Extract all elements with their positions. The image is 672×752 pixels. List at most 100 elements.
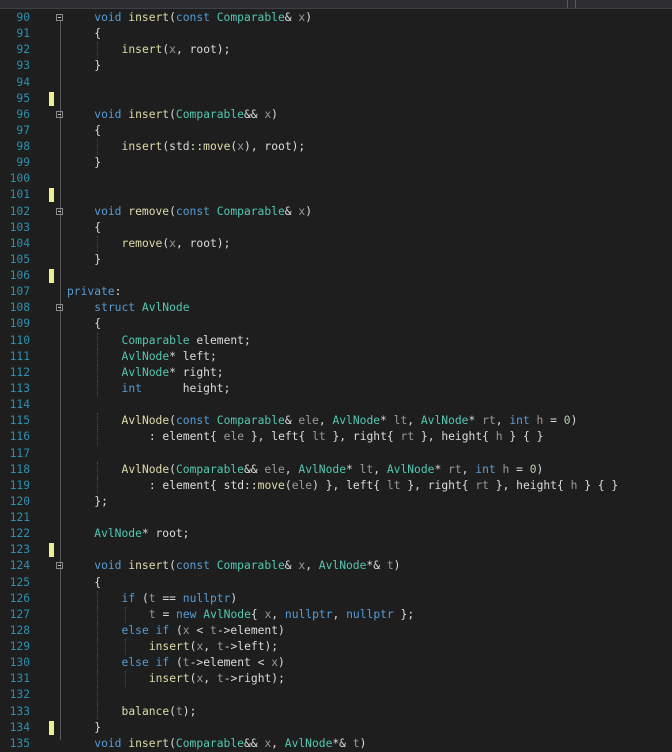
- code-text[interactable]: insert(x, t->left);: [149, 639, 278, 655]
- code-line[interactable]: 109 {: [0, 316, 672, 332]
- code-line[interactable]: 112 AvlNode* right;: [0, 364, 672, 381]
- code-text[interactable]: {: [94, 316, 101, 332]
- code-line[interactable]: 90 void insert(const Comparable& x): [0, 10, 672, 26]
- code-token: *: [468, 414, 483, 428]
- code-text[interactable]: AvlNode(Comparable&& ele, AvlNode* lt, A…: [122, 462, 544, 478]
- code-line[interactable]: 111 AvlNode* left;: [0, 348, 672, 365]
- code-line[interactable]: 97 {: [0, 123, 672, 139]
- indent-guide: [97, 671, 99, 688]
- code-text[interactable]: void insert(const Comparable& x): [94, 10, 312, 26]
- collapse-toggle-icon[interactable]: [56, 14, 63, 21]
- code-line[interactable]: 107 private:: [0, 284, 672, 300]
- collapse-toggle-icon[interactable]: [56, 304, 63, 312]
- code-text[interactable]: void insert(Comparable&& x, AvlNode*& t): [94, 736, 366, 752]
- code-text[interactable]: }: [94, 720, 101, 736]
- code-line[interactable]: 95: [0, 91, 672, 107]
- code-line[interactable]: 104 remove(x, root);: [0, 235, 672, 252]
- code-line[interactable]: 98 insert(std::move(x), root);: [0, 139, 672, 156]
- indent-guide: [97, 380, 99, 398]
- code-line[interactable]: 118 AvlNode(Comparable&& ele, AvlNode* lt…: [0, 461, 672, 478]
- code-line[interactable]: 92 insert(x, root);: [0, 42, 672, 59]
- code-line[interactable]: 120};: [0, 494, 672, 510]
- code-line[interactable]: 108 struct AvlNode: [0, 300, 672, 316]
- code-text[interactable]: {: [94, 26, 101, 42]
- code-text[interactable]: insert(std::move(x), root);: [122, 139, 306, 155]
- code-token: AvlNode: [298, 462, 347, 476]
- code-line[interactable]: 127 t = new AvlNode{ x, nullptr, nullptr …: [0, 606, 672, 623]
- code-text[interactable]: }: [94, 58, 101, 74]
- collapse-toggle-icon[interactable]: [56, 110, 63, 118]
- code-line[interactable]: 135 void insert(Comparable&& x, AvlNode*&…: [0, 736, 672, 752]
- code-text[interactable]: AvlNode* root;: [94, 526, 189, 542]
- code-text[interactable]: insert(x, root);: [122, 42, 231, 58]
- collapse-toggle-icon[interactable]: [56, 562, 63, 570]
- code-text[interactable]: : element{ std::move(ele) }, left{ lt },…: [149, 478, 618, 494]
- code-line[interactable]: 121: [0, 510, 672, 526]
- code-token: {: [94, 317, 102, 331]
- code-text[interactable]: t = new AvlNode{ x, nullptr, nullptr };: [149, 607, 414, 623]
- code-token: Comparable: [216, 559, 285, 573]
- code-line[interactable]: 113 int height;: [0, 380, 672, 398]
- code-line[interactable]: 117: [0, 446, 672, 462]
- line-number: 99: [16, 156, 30, 170]
- code-line[interactable]: 131 insert(x, t->right);: [0, 671, 672, 688]
- code-text[interactable]: AvlNode(const Comparable& ele, AvlNode* …: [122, 413, 578, 429]
- code-text[interactable]: remove(x, root);: [122, 236, 231, 252]
- code-line[interactable]: 103 {: [0, 220, 672, 236]
- code-text[interactable]: void insert(const Comparable& x, AvlNode…: [94, 558, 400, 574]
- code-text[interactable]: void remove(const Comparable& x): [94, 204, 312, 220]
- code-line[interactable]: 114: [0, 397, 672, 413]
- code-line[interactable]: 124 void insert(const Comparable& x, AvlN…: [0, 558, 672, 574]
- code-text[interactable]: }: [94, 252, 101, 268]
- code-token: : element{ std::: [148, 478, 258, 492]
- code-text[interactable]: Comparable element;: [122, 333, 251, 349]
- code-editor[interactable]: 90 void insert(const Comparable& x) 91{92 i…: [0, 10, 672, 750]
- code-line[interactable]: 93}: [0, 58, 672, 74]
- code-line[interactable]: 128 else if (x < t->element): [0, 622, 672, 640]
- code-text[interactable]: else if (t->element < x): [122, 655, 285, 671]
- code-line[interactable]: 102 void remove(const Comparable& x): [0, 204, 672, 220]
- code-text[interactable]: void insert(Comparable&& x): [94, 107, 278, 123]
- code-line[interactable]: 119: element{ std::move(ele) }, left{ lt…: [0, 477, 672, 494]
- collapse-toggle-icon[interactable]: [56, 207, 63, 215]
- code-text[interactable]: {: [94, 575, 101, 591]
- code-line[interactable]: 130 else if (t->element < x): [0, 655, 672, 672]
- code-text[interactable]: AvlNode* left;: [122, 349, 217, 365]
- code-line[interactable]: 126 if (t == nullptr): [0, 590, 672, 607]
- code-line[interactable]: 94: [0, 75, 672, 91]
- code-text[interactable]: balance(t);: [122, 704, 197, 720]
- code-line[interactable]: 125 {: [0, 575, 672, 591]
- line-number: 110: [9, 333, 30, 347]
- code-line[interactable]: 132: [0, 687, 672, 704]
- code-line[interactable]: 101: [0, 187, 672, 203]
- code-token: Comparable: [216, 414, 285, 428]
- code-line[interactable]: 129 insert(x, t->left);: [0, 639, 672, 656]
- code-text[interactable]: : element{ ele }, left{ lt }, right{ rt …: [149, 429, 544, 445]
- code-text[interactable]: AvlNode* right;: [122, 365, 224, 381]
- code-line[interactable]: 133 balance(t);: [0, 703, 672, 720]
- code-text[interactable]: {: [94, 220, 101, 236]
- code-text[interactable]: int height;: [122, 381, 231, 397]
- code-line[interactable]: 106: [0, 268, 672, 284]
- code-line[interactable]: 91 {: [0, 26, 672, 42]
- code-text[interactable]: insert(x, t->right);: [149, 671, 285, 687]
- code-line[interactable]: 100: [0, 171, 672, 187]
- code-token: lt: [386, 478, 401, 492]
- code-text[interactable]: private:: [67, 284, 121, 300]
- code-text[interactable]: struct AvlNode: [94, 300, 189, 316]
- code-text[interactable]: {: [94, 123, 101, 139]
- code-text[interactable]: if (t == nullptr): [122, 591, 238, 607]
- code-line[interactable]: 105}: [0, 252, 672, 268]
- code-token: insert: [128, 107, 170, 121]
- code-text[interactable]: else if (x < t->element): [122, 623, 285, 639]
- code-line[interactable]: 115 AvlNode(const Comparable& ele, AvlNod…: [0, 413, 672, 430]
- code-line[interactable]: 116: element{ ele }, left{ lt }, right{ …: [0, 429, 672, 446]
- code-line[interactable]: 96 void insert(Comparable&& x): [0, 107, 672, 123]
- code-line[interactable]: 123: [0, 542, 672, 558]
- code-line[interactable]: 99}: [0, 155, 672, 171]
- code-line[interactable]: 134}: [0, 720, 672, 736]
- code-text[interactable]: }: [94, 155, 101, 171]
- code-line[interactable]: 122 AvlNode* root;: [0, 526, 672, 542]
- code-text[interactable]: };: [94, 494, 108, 510]
- code-line[interactable]: 110 Comparable element;: [0, 332, 672, 349]
